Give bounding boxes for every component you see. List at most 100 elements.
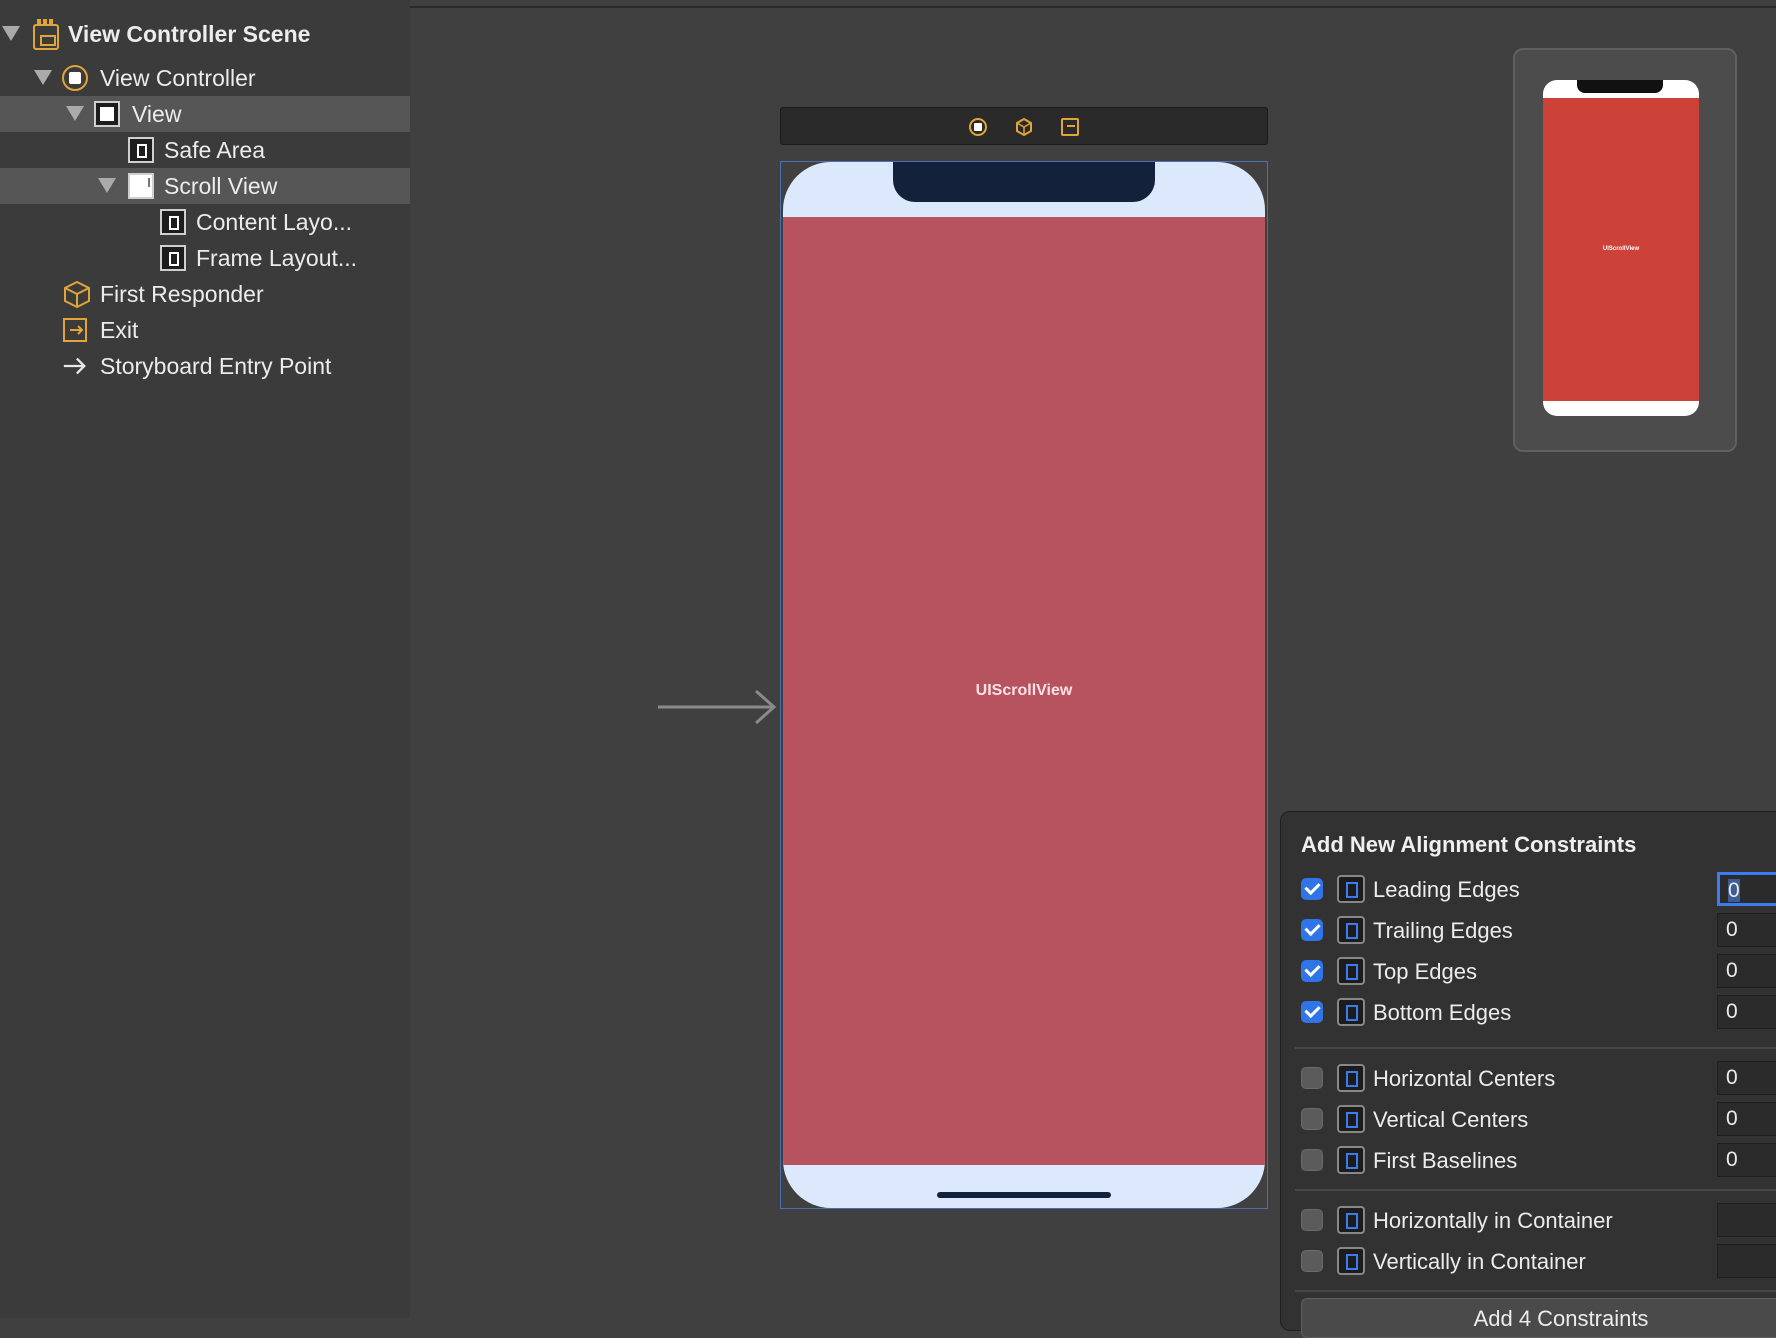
layout-guide-icon <box>160 209 186 235</box>
top-edges-checkbox[interactable] <box>1301 960 1323 982</box>
constraint-row-top-edges: Top Edges 0 <box>1281 954 1776 994</box>
constraint-label: Horizontally in Container <box>1373 1208 1613 1233</box>
horizontal-centers-icon <box>1337 1064 1365 1092</box>
outline-item-label: View Controller <box>100 65 256 91</box>
trailing-edges-checkbox[interactable] <box>1301 919 1323 941</box>
constraint-row-vertically-in-container: Vertically in Container <box>1281 1244 1776 1284</box>
outline-item-scroll-view[interactable]: Scroll View <box>0 168 410 204</box>
home-indicator <box>937 1192 1111 1198</box>
constraint-label: Vertical Centers <box>1373 1107 1529 1132</box>
device-notch <box>893 162 1155 202</box>
leading-edges-value-field[interactable]: 0 <box>1717 872 1776 906</box>
outline-item-label: Scroll View <box>164 173 278 199</box>
scene-icon <box>33 19 59 50</box>
horizontal-centers-value-field[interactable]: 0 <box>1717 1061 1776 1095</box>
disclosure-triangle-icon[interactable] <box>66 106 84 121</box>
constraint-row-leading-edges: Leading Edges 0 <box>1281 872 1776 912</box>
constraint-row-first-baselines: First Baselines 0 <box>1281 1143 1776 1183</box>
outline-item-label: Safe Area <box>164 137 266 163</box>
exit-icon[interactable] <box>1061 118 1079 136</box>
divider <box>1295 1047 1776 1049</box>
scroll-view[interactable]: UIScrollView <box>783 217 1265 1165</box>
constraint-label: Vertically in Container <box>1373 1249 1586 1274</box>
horizontally-in-container-checkbox[interactable] <box>1301 1209 1323 1231</box>
iphone-canvas[interactable]: UIScrollView <box>783 162 1265 1208</box>
constraint-label: First Baselines <box>1373 1148 1518 1173</box>
view-icon <box>94 101 120 127</box>
entry-arrow-icon <box>63 357 86 375</box>
constraint-row-vertical-centers: Vertical Centers 0 <box>1281 1102 1776 1142</box>
first-baselines-value-field[interactable]: 0 <box>1717 1143 1776 1177</box>
leading-edges-icon <box>1337 875 1365 903</box>
minimap-scroll-view: UIScrollView <box>1543 98 1699 401</box>
outline-item-view-controller-scene[interactable]: View Controller Scene <box>0 16 410 52</box>
horizontally-in-container-value-field[interactable] <box>1717 1203 1776 1237</box>
constraint-label: Horizontal Centers <box>1373 1066 1556 1091</box>
outline-item-view[interactable]: View <box>0 96 410 132</box>
minimap-label: UIScrollView <box>1602 246 1640 252</box>
outline-item-label: Storyboard Entry Point <box>100 353 332 379</box>
outline-item-label: View Controller Scene <box>68 21 311 47</box>
outline-item-label: Content Layo... <box>196 209 352 235</box>
leading-edges-checkbox[interactable] <box>1301 878 1323 900</box>
vertically-in-container-icon <box>1337 1247 1365 1275</box>
constraint-label: Top Edges <box>1373 959 1477 984</box>
exit-icon <box>63 318 87 342</box>
outline-item-frame-layout-guide[interactable]: Frame Layout... <box>0 240 410 276</box>
constraint-row-trailing-edges: Trailing Edges 0 <box>1281 913 1776 953</box>
scene-dock <box>780 107 1268 145</box>
constraint-label: Leading Edges <box>1373 877 1520 902</box>
storyboard-entry-arrow[interactable] <box>658 685 780 729</box>
constraint-row-horizontally-in-container: Horizontally in Container <box>1281 1203 1776 1243</box>
horizontal-centers-checkbox[interactable] <box>1301 1067 1323 1089</box>
layout-guide-icon <box>128 137 154 163</box>
constraint-label: Bottom Edges <box>1373 1000 1512 1025</box>
outline-item-first-responder[interactable]: First Responder <box>0 276 410 312</box>
document-outline: View Controller Scene View Controller Vi… <box>0 0 410 1318</box>
constraint-row-bottom-edges: Bottom Edges 0 <box>1281 995 1776 1035</box>
horizontally-in-container-icon <box>1337 1206 1365 1234</box>
bottom-edges-checkbox[interactable] <box>1301 1001 1323 1023</box>
trailing-edges-value-field[interactable]: 0 <box>1717 913 1776 947</box>
minimap-notch <box>1577 80 1663 93</box>
first-baselines-icon <box>1337 1146 1365 1174</box>
popover-title: Add New Alignment Constraints <box>1301 832 1637 857</box>
first-baselines-checkbox[interactable] <box>1301 1149 1323 1171</box>
vertically-in-container-value-field[interactable] <box>1717 1244 1776 1278</box>
view-controller-icon <box>62 65 88 91</box>
view-controller-icon[interactable] <box>969 118 987 136</box>
vertical-centers-checkbox[interactable] <box>1301 1108 1323 1130</box>
canvas-minimap[interactable]: UIScrollView <box>1513 48 1737 452</box>
constraint-row-horizontal-centers: Horizontal Centers 0 <box>1281 1061 1776 1101</box>
minimap-phone: UIScrollView <box>1543 80 1699 416</box>
disclosure-triangle-icon[interactable] <box>98 178 116 193</box>
outline-item-exit[interactable]: Exit <box>0 312 410 348</box>
first-responder-icon[interactable] <box>1015 118 1033 136</box>
outline-item-label: First Responder <box>100 281 264 307</box>
trailing-edges-icon <box>1337 916 1365 944</box>
outline-item-view-controller[interactable]: View Controller <box>0 60 410 96</box>
first-responder-icon <box>64 280 90 309</box>
outline-item-storyboard-entry-point[interactable]: Storyboard Entry Point <box>0 348 410 384</box>
outline-item-label: View <box>132 101 182 127</box>
disclosure-triangle-icon[interactable] <box>34 70 52 85</box>
outline-item-label: Frame Layout... <box>196 245 358 271</box>
outline-item-safe-area[interactable]: Safe Area <box>0 132 410 168</box>
vertically-in-container-checkbox[interactable] <box>1301 1250 1323 1272</box>
disclosure-triangle-icon[interactable] <box>2 26 20 41</box>
bottom-edges-value-field[interactable]: 0 <box>1717 995 1776 1029</box>
divider <box>1295 1189 1776 1191</box>
add-constraints-button[interactable]: Add 4 Constraints <box>1301 1298 1776 1338</box>
outline-item-label: Exit <box>100 317 139 343</box>
outline-item-content-layout-guide[interactable]: Content Layo... <box>0 204 410 240</box>
top-edges-value-field[interactable]: 0 <box>1717 954 1776 988</box>
layout-guide-icon <box>160 245 186 271</box>
top-edges-icon <box>1337 957 1365 985</box>
scroll-view-label: UIScrollView <box>975 682 1073 699</box>
bottom-edges-icon <box>1337 998 1365 1026</box>
constraint-label: Trailing Edges <box>1373 918 1513 943</box>
vertical-centers-value-field[interactable]: 0 <box>1717 1102 1776 1136</box>
alignment-constraints-popover: Add New Alignment Constraints Leading Ed… <box>1280 811 1776 1338</box>
scroll-view-icon <box>128 173 154 199</box>
divider <box>1295 1290 1776 1292</box>
